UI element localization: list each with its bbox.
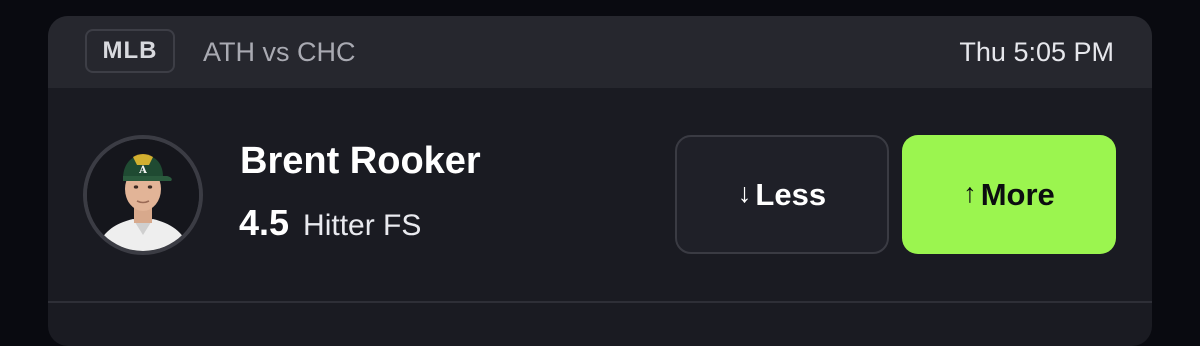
- stat-type-label: Hitter FS: [303, 209, 422, 242]
- player-headshot-icon: A: [87, 139, 199, 251]
- more-button[interactable]: ↑ More: [902, 135, 1116, 254]
- arrow-down-icon: ↓: [737, 178, 752, 208]
- svg-text:A: A: [138, 165, 147, 176]
- card-header: MLB ATH vs CHC Thu 5:05 PM: [48, 16, 1152, 88]
- projection-card: MLB ATH vs CHC Thu 5:05 PM A Brent Rooke…: [48, 16, 1152, 346]
- card-divider: [48, 301, 1152, 303]
- game-time: Thu 5:05 PM: [959, 37, 1114, 67]
- projection-line: 4.5 Hitter FS: [239, 202, 421, 244]
- league-badge: MLB: [85, 29, 175, 73]
- projection-value: 4.5: [239, 202, 290, 243]
- arrow-up-icon: ↑: [963, 178, 977, 208]
- player-name: Brent Rooker: [240, 140, 481, 182]
- player-avatar: A: [83, 135, 203, 255]
- more-button-label: More: [980, 176, 1055, 212]
- less-button-label: Less: [755, 176, 827, 212]
- matchup-label: ATH vs CHC: [203, 37, 356, 67]
- less-button[interactable]: ↓ Less: [675, 135, 889, 254]
